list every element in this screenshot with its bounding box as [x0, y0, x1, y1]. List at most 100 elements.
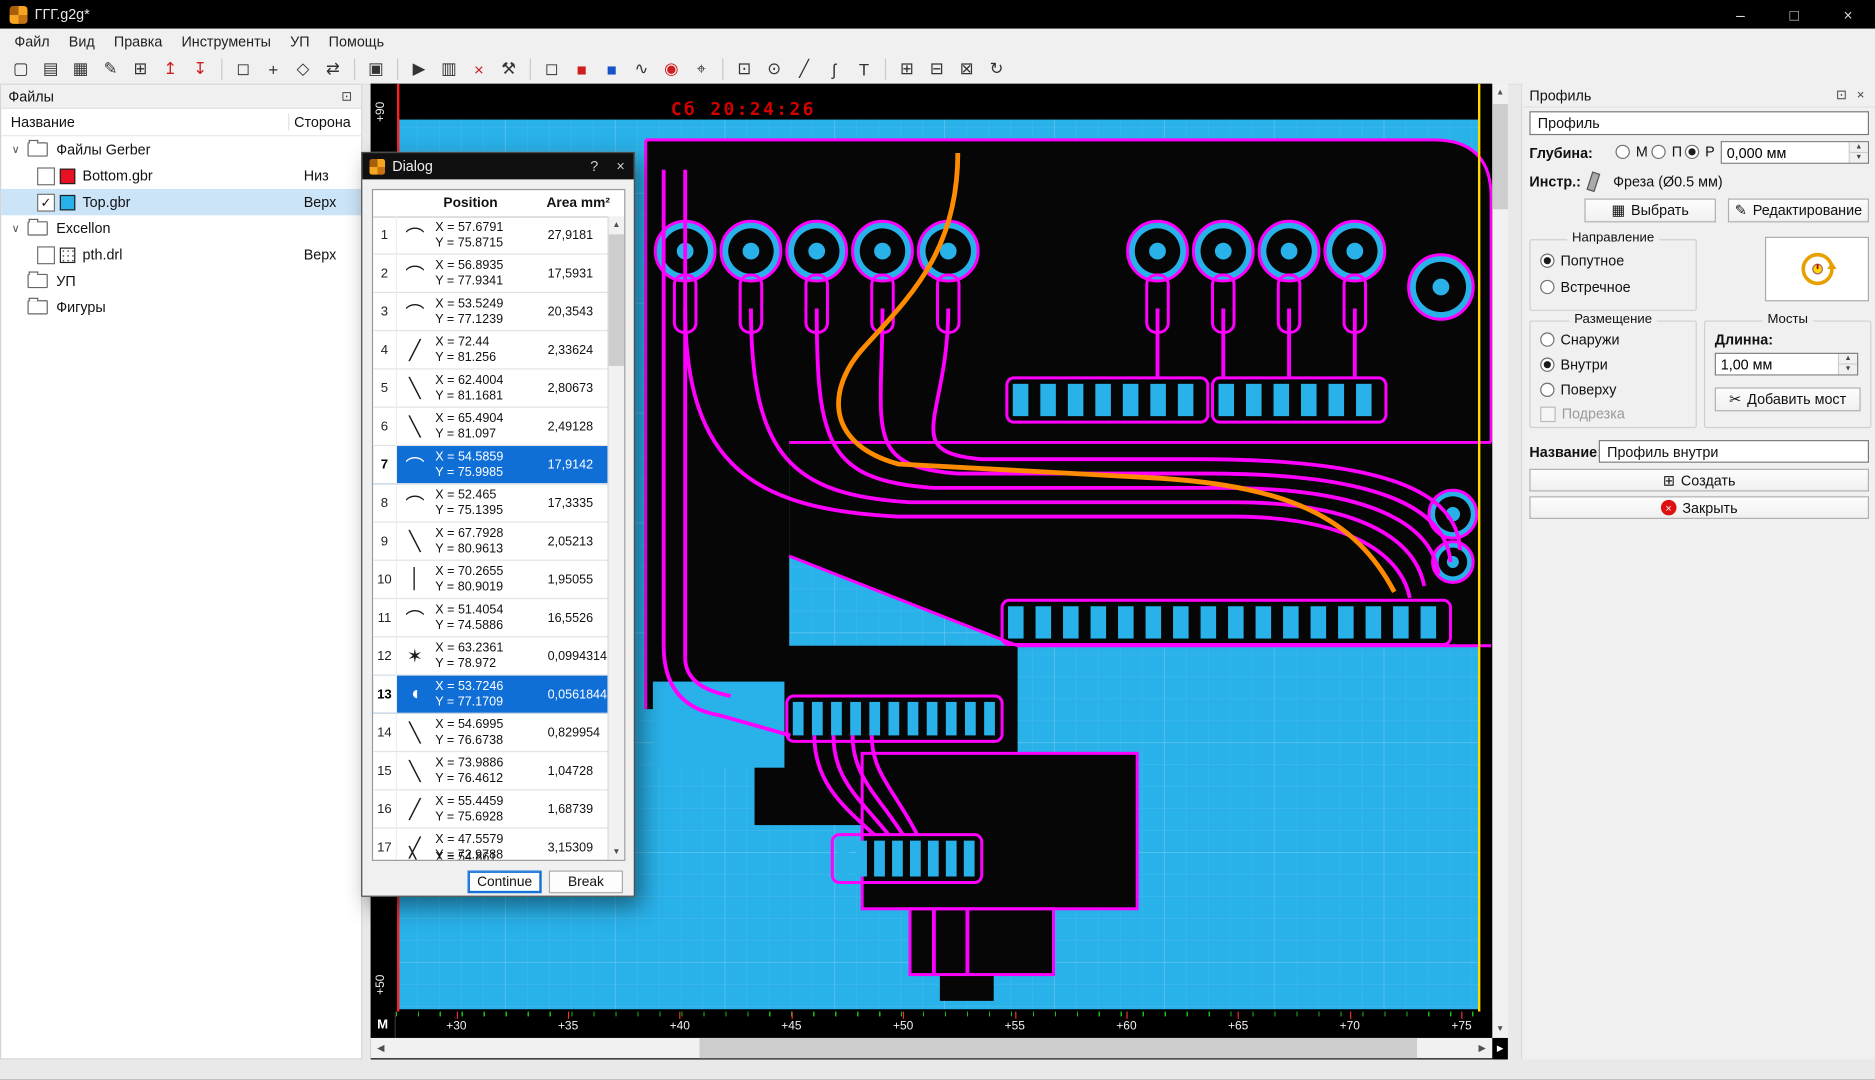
table-row[interactable]: 8 ⌒ X = 52.465 Y = 75.1395 17,3335: [373, 484, 609, 523]
continue-button[interactable]: Continue: [467, 870, 542, 894]
table-row[interactable]: 15 ╲ X = 73.9886 Y = 76.4612 1,04728: [373, 752, 609, 791]
table-scrollbar[interactable]: ▲ ▼: [607, 216, 625, 860]
layer-checkbox[interactable]: [37, 166, 56, 185]
tree-item-gerber-files[interactable]: ∨ Файлы Gerber: [1, 136, 361, 162]
scroll-left-icon[interactable]: ◀: [371, 1038, 391, 1058]
import-gerber-button[interactable]: ↥: [157, 55, 185, 83]
scroll-right-icon[interactable]: ▶: [1472, 1038, 1492, 1058]
depth-radio-m[interactable]: М: [1615, 143, 1648, 160]
mirror-tool-button[interactable]: ⇄: [319, 55, 347, 83]
table-view-button[interactable]: ▥: [435, 55, 463, 83]
tree-item-excellon[interactable]: ∨ Excellon: [1, 215, 361, 241]
table-row[interactable]: 2 ⌒ X = 56.8935 Y = 77.9341 17,5931: [373, 254, 609, 293]
select-tool-button[interactable]: ◻: [230, 55, 258, 83]
dialog-window[interactable]: Dialog ? × Position Area mm² 1 ⌒ X = 57.…: [361, 151, 635, 897]
scale-tool-button[interactable]: ◇: [289, 55, 317, 83]
close-button[interactable]: ×: [1821, 0, 1875, 29]
save-file-button[interactable]: ▦: [67, 55, 95, 83]
profile-name-field[interactable]: Профиль внутри: [1598, 440, 1870, 463]
blue-layer-button[interactable]: ■: [598, 55, 626, 83]
column-name[interactable]: Название: [1, 114, 288, 131]
tree-item-figures[interactable]: Фигуры: [1, 294, 361, 320]
spline-tool-button[interactable]: ʃ: [820, 55, 848, 83]
dock-icon[interactable]: ⊡: [1832, 87, 1851, 102]
menu-file[interactable]: Файл: [5, 33, 59, 50]
table-row[interactable]: 5 ╲ X = 62.4004 Y = 81.1681 2,80673: [373, 369, 609, 408]
table-row[interactable]: 10 │ X = 70.2655 Y = 80.9019 1,95055: [373, 560, 609, 600]
table-row[interactable]: 9 ╲ X = 67.7928 Y = 80.9613 2,05213: [373, 522, 609, 561]
scroll-down-icon[interactable]: ▼: [1492, 1020, 1508, 1038]
new-file-button[interactable]: ▢: [7, 55, 35, 83]
placement-radio-on-top[interactable]: Поверху: [1540, 381, 1616, 398]
layer-checkbox[interactable]: [37, 245, 56, 264]
snap-center-button[interactable]: ◉: [658, 55, 686, 83]
dialog-help-button[interactable]: ?: [581, 158, 607, 175]
add-bridge-button[interactable]: ✂ Добавить мост: [1714, 387, 1861, 412]
dialog-title-bar[interactable]: Dialog ? ×: [362, 153, 634, 180]
spin-up-icon[interactable]: ▲: [1849, 142, 1868, 154]
depth-radio-r[interactable]: Р: [1684, 143, 1715, 160]
open-file-button[interactable]: ▤: [37, 55, 65, 83]
scroll-up-icon[interactable]: ▲: [609, 216, 625, 233]
profile-combobox[interactable]: Профиль: [1529, 111, 1870, 136]
delete-button[interactable]: ×: [465, 55, 493, 83]
break-button[interactable]: Break: [548, 870, 624, 894]
bridge-length-input[interactable]: [1715, 353, 1838, 375]
close-profile-button[interactable]: × Закрыть: [1529, 496, 1870, 519]
minimize-button[interactable]: –: [1714, 0, 1768, 29]
origin-tool-button[interactable]: ⌖: [688, 55, 716, 83]
menu-edit[interactable]: Правка: [104, 33, 172, 50]
menu-up[interactable]: УП: [281, 33, 320, 50]
spin-down-icon[interactable]: ▼: [1849, 153, 1868, 163]
table-row[interactable]: 11 ⌒ X = 51.4054 Y = 74.5886 16,5526: [373, 599, 609, 638]
menu-help[interactable]: Помощь: [319, 33, 394, 50]
ungroup-button[interactable]: ⊟: [923, 55, 951, 83]
units-label[interactable]: М: [371, 1011, 396, 1038]
chevron-down-icon[interactable]: ∨: [8, 222, 22, 235]
placement-radio-outside[interactable]: Снаружи: [1540, 331, 1620, 348]
horizontal-scrollbar[interactable]: ◀ ▶: [370, 1037, 1493, 1059]
edit-tool-button[interactable]: ✎ Редактирование: [1727, 198, 1870, 223]
bridge-length-spinner[interactable]: ▲▼: [1714, 352, 1859, 376]
menu-tools[interactable]: Инструменты: [172, 33, 281, 50]
point-tool-button[interactable]: ⊡: [731, 55, 759, 83]
clone-button[interactable]: ⊠: [953, 55, 981, 83]
table-row[interactable]: 16 ╱ X = 55.4459 Y = 75.6928 1,68739: [373, 790, 609, 829]
depth-spinner[interactable]: ▲▼: [1720, 141, 1870, 164]
table-row[interactable]: 4 ╱ X = 72.44 Y = 81.256 2,33624: [373, 331, 609, 370]
table-row[interactable]: 3 ⌒ X = 53.5249 Y = 77.1239 20,3543: [373, 292, 609, 332]
depth-value-input[interactable]: [1721, 142, 1849, 163]
edit-file-button[interactable]: ✎: [97, 55, 125, 83]
curve-edit-button[interactable]: ∿: [628, 55, 656, 83]
column-side[interactable]: Сторона: [288, 113, 361, 131]
table-row[interactable]: 7 ⌒ X = 54.5859 Y = 75.9985 17,9142: [373, 446, 609, 485]
layer-checkbox[interactable]: [37, 193, 56, 212]
dialog-close-button[interactable]: ×: [607, 158, 633, 175]
table-row[interactable]: 13 ◖ X = 53.7246 Y = 77.1709 0,0561844: [373, 675, 609, 714]
table-row[interactable]: 6 ╲ X = 65.4904 Y = 81.097 2,49128: [373, 407, 609, 447]
table-scroll-thumb[interactable]: [608, 234, 625, 366]
layer-panel-button[interactable]: ◻: [538, 55, 566, 83]
copy-file-button[interactable]: ⊞: [127, 55, 155, 83]
table-row-partial[interactable]: ╲ X = 54.861: [373, 845, 609, 860]
group-button[interactable]: ⊞: [893, 55, 921, 83]
circle-tool-button[interactable]: ⊙: [761, 55, 789, 83]
tree-item-pth-drl[interactable]: pth.drl Верх: [1, 242, 361, 268]
scroll-up-icon[interactable]: ▲: [1492, 84, 1508, 102]
trim-checkbox[interactable]: Подрезка: [1540, 405, 1625, 422]
table-row[interactable]: 12 ✶ X = 63.2361 Y = 78.972 0,0994314: [373, 637, 609, 676]
table-row[interactable]: 14 ╲ X = 54.6995 Y = 76.6738 0,829954: [373, 713, 609, 753]
tree-item-up[interactable]: УП: [1, 268, 361, 294]
maximize-button[interactable]: □: [1767, 0, 1821, 29]
tree-item-bottom-gbr[interactable]: Bottom.gbr Низ: [1, 163, 361, 189]
move-tool-button[interactable]: +: [259, 55, 287, 83]
placement-radio-inside[interactable]: Внутри: [1540, 356, 1608, 373]
vertical-scroll-thumb[interactable]: [1492, 104, 1508, 210]
create-button[interactable]: ⊞ Создать: [1529, 468, 1870, 492]
scroll-down-icon[interactable]: ▼: [609, 843, 625, 860]
depth-radio-p[interactable]: П: [1651, 143, 1682, 160]
direction-radio-climb[interactable]: Попутное: [1540, 252, 1624, 269]
menu-view[interactable]: Вид: [59, 33, 104, 50]
merge-tool-button[interactable]: ▣: [362, 55, 390, 83]
drill-tool-button[interactable]: ⚒: [495, 55, 523, 83]
